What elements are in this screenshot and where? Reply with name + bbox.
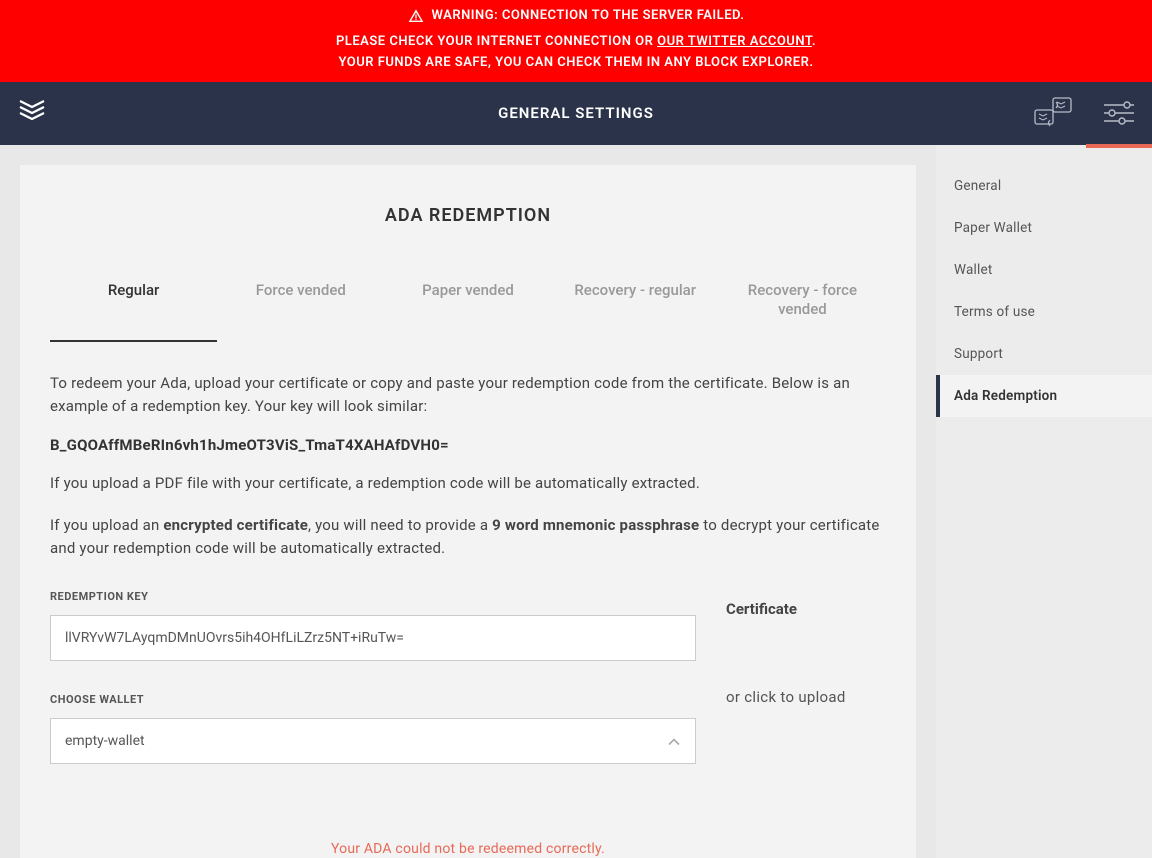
main-content-scroll[interactable]: ADA REDEMPTION Regular Force vended Pape…	[0, 145, 936, 858]
sidebar-item-wallet[interactable]: Wallet	[936, 249, 1152, 291]
intro-text: To redeem your Ada, upload your certific…	[50, 372, 886, 419]
daedalus-logo-icon	[16, 97, 48, 129]
connection-warning-banner: WARNING: CONNECTION TO THE SERVER FAILED…	[0, 0, 1152, 82]
warning-line2-pre: PLEASE CHECK YOUR INTERNET CONNECTION OR	[336, 34, 657, 49]
choose-wallet-select[interactable]: empty-wallet	[50, 718, 696, 764]
sidebar-item-terms[interactable]: Terms of use	[936, 291, 1152, 333]
tab-force-vended[interactable]: Force vended	[217, 271, 384, 342]
chevron-up-icon	[668, 732, 680, 751]
settings-nav-button[interactable]	[1086, 82, 1152, 145]
redemption-key-label: REDEMPTION KEY	[50, 590, 696, 603]
warning-triangle-icon	[408, 8, 424, 24]
tab-recovery-regular[interactable]: Recovery - regular	[552, 271, 719, 342]
tab-recovery-force-vended[interactable]: Recovery - force vended	[719, 271, 886, 342]
tab-regular[interactable]: Regular	[50, 271, 217, 342]
sidebar-item-support[interactable]: Support	[936, 333, 1152, 375]
enc-bold2: 9 word mnemonic passphrase	[492, 516, 699, 534]
twitter-link[interactable]: OUR TWITTER ACCOUNT	[657, 34, 812, 49]
example-key: B_GQOAffMBeRIn6vh1hJmeOT3ViS_TmaT4XAHAfD…	[50, 436, 886, 454]
redemption-tabs: Regular Force vended Paper vended Recove…	[50, 271, 886, 342]
encrypted-note: If you upload an encrypted certificate, …	[50, 514, 886, 561]
enc-bold1: encrypted certificate	[163, 516, 308, 534]
ada-redemption-card: ADA REDEMPTION Regular Force vended Pape…	[20, 165, 916, 858]
warning-line3: YOUR FUNDS ARE SAFE, YOU CAN CHECK THEM …	[0, 53, 1152, 74]
app-logo[interactable]	[0, 82, 64, 145]
page-title: GENERAL SETTINGS	[498, 104, 654, 122]
wallets-icon	[1032, 94, 1074, 132]
certificate-label: Certificate	[726, 600, 886, 618]
redemption-key-input[interactable]	[50, 615, 696, 661]
warning-line1: WARNING: CONNECTION TO THE SERVER FAILED…	[432, 6, 745, 27]
enc-mid: , you will need to provide a	[308, 516, 492, 534]
choose-wallet-value: empty-wallet	[65, 733, 145, 749]
sidebar-item-ada-redemption[interactable]: Ada Redemption	[936, 375, 1152, 417]
pdf-note: If you upload a PDF file with your certi…	[50, 472, 886, 495]
wallets-nav-button[interactable]	[1020, 82, 1086, 145]
warning-line2-post: .	[812, 34, 816, 49]
enc-pre: If you upload an	[50, 516, 163, 534]
upload-click-text[interactable]: or click to upload	[726, 688, 886, 706]
settings-sidebar: General Paper Wallet Wallet Terms of use…	[936, 145, 1152, 858]
choose-wallet-label: CHOOSE WALLET	[50, 693, 696, 706]
top-bar: GENERAL SETTINGS	[0, 82, 1152, 145]
redemption-error-message: Your ADA could not be redeemed correctly…	[50, 841, 886, 857]
sliders-icon	[1102, 98, 1136, 128]
tab-paper-vended[interactable]: Paper vended	[384, 271, 551, 342]
card-title: ADA REDEMPTION	[50, 205, 886, 226]
sidebar-item-general[interactable]: General	[936, 165, 1152, 207]
sidebar-item-paper-wallet[interactable]: Paper Wallet	[936, 207, 1152, 249]
